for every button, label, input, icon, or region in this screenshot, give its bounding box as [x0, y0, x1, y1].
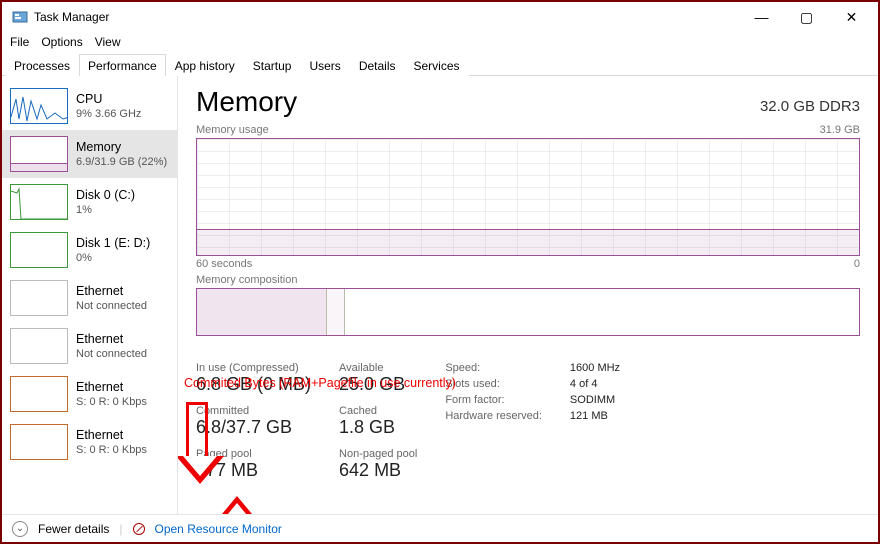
- sidebar-disk0-title: Disk 0 (C:): [76, 188, 135, 202]
- sidebar-item-memory[interactable]: Memory 6.9/31.9 GB (22%): [2, 130, 177, 178]
- menu-view[interactable]: View: [95, 35, 121, 49]
- sidebar-cpu-title: CPU: [76, 92, 141, 106]
- slots-value: 4 of 4: [570, 378, 620, 390]
- committed-value: 6.8/37.7 GB: [196, 417, 311, 438]
- usage-graph-max: 31.9 GB: [820, 124, 860, 136]
- sidebar-item-disk0[interactable]: Disk 0 (C:) 1%: [2, 178, 177, 226]
- window-controls: — ▢ ✕: [739, 3, 874, 31]
- fewer-details-link[interactable]: Fewer details: [38, 522, 109, 536]
- inuse-label: In use (Compressed): [196, 362, 311, 374]
- hwres-label: Hardware reserved:: [445, 410, 542, 422]
- sidebar-item-disk1[interactable]: Disk 1 (E: D:) 0%: [2, 226, 177, 274]
- hwres-value: 121 MB: [570, 410, 620, 422]
- sidebar-disk1-sub: 0%: [76, 252, 150, 264]
- tab-app-history[interactable]: App history: [166, 54, 244, 76]
- tab-services[interactable]: Services: [405, 54, 469, 76]
- sidebar-memory-title: Memory: [76, 140, 167, 154]
- memory-capacity: 32.0 GB DDR3: [760, 98, 860, 115]
- usage-axis-left: 60 seconds: [196, 258, 252, 270]
- tab-processes[interactable]: Processes: [5, 54, 79, 76]
- tab-startup[interactable]: Startup: [244, 54, 301, 76]
- available-label: Available: [339, 362, 417, 374]
- form-label: Form factor:: [445, 394, 542, 406]
- sidebar-item-cpu[interactable]: CPU 9% 3.66 GHz: [2, 82, 177, 130]
- page-title: Memory: [196, 86, 297, 118]
- tab-performance[interactable]: Performance: [79, 54, 166, 76]
- annotation-arrowhead-down-icon: [178, 456, 224, 484]
- usage-graph-label: Memory usage: [196, 124, 269, 136]
- menu-options[interactable]: Options: [41, 35, 82, 49]
- menu-file[interactable]: File: [10, 35, 29, 49]
- sidebar-disk0-sub: 1%: [76, 204, 135, 216]
- slots-label: Slots used:: [445, 378, 542, 390]
- sidebar-eth1-sub: Not connected: [76, 348, 147, 360]
- close-button[interactable]: ✕: [829, 3, 874, 31]
- memory-usage-graph[interactable]: [196, 138, 860, 256]
- sidebar-memory-sub: 6.9/31.9 GB (22%): [76, 156, 167, 168]
- sidebar-item-eth2[interactable]: Ethernet S: 0 R: 0 Kbps: [2, 370, 177, 418]
- cached-value: 1.8 GB: [339, 417, 417, 438]
- chevron-down-icon[interactable]: ⌄: [12, 521, 28, 537]
- sidebar-item-eth3[interactable]: Ethernet S: 0 R: 0 Kbps: [2, 418, 177, 466]
- cached-label: Cached: [339, 405, 417, 417]
- sidebar-eth2-sub: S: 0 R: 0 Kbps: [76, 396, 147, 408]
- sidebar-item-eth0[interactable]: Ethernet Not connected: [2, 274, 177, 322]
- speed-value: 1600 MHz: [570, 362, 620, 374]
- memory-composition-bar[interactable]: [196, 288, 860, 336]
- footer: ⌄ Fewer details | Open Resource Monitor: [2, 514, 878, 542]
- maximize-button[interactable]: ▢: [784, 3, 829, 31]
- usage-axis-right: 0: [854, 258, 860, 270]
- annotation-arrowhead-up-icon: [217, 496, 257, 514]
- performance-sidebar: CPU 9% 3.66 GHz Memory 6.9/31.9 GB (22%) D…: [2, 76, 178, 514]
- sidebar-eth0-sub: Not connected: [76, 300, 147, 312]
- titlebar: Task Manager — ▢ ✕: [2, 2, 878, 32]
- resource-monitor-icon: [133, 523, 145, 535]
- form-value: SODIMM: [570, 394, 620, 406]
- nonpaged-value: 642 MB: [339, 460, 417, 481]
- minimize-button[interactable]: —: [739, 3, 784, 31]
- committed-label: Committed: [196, 405, 311, 417]
- open-resource-monitor-link[interactable]: Open Resource Monitor: [155, 522, 282, 536]
- composition-label: Memory composition: [196, 274, 860, 286]
- tab-bar: Processes Performance App history Startu…: [2, 52, 878, 76]
- speed-label: Speed:: [445, 362, 542, 374]
- sidebar-eth0-title: Ethernet: [76, 284, 147, 298]
- sidebar-eth2-title: Ethernet: [76, 380, 147, 394]
- sidebar-eth1-title: Ethernet: [76, 332, 147, 346]
- sidebar-eth3-sub: S: 0 R: 0 Kbps: [76, 444, 147, 456]
- nonpaged-label: Non-paged pool: [339, 448, 417, 460]
- sidebar-eth3-title: Ethernet: [76, 428, 147, 442]
- inuse-value: 6.8 GB (0 MB): [196, 374, 311, 395]
- tab-details[interactable]: Details: [350, 54, 405, 76]
- sidebar-disk1-title: Disk 1 (E: D:): [76, 236, 150, 250]
- menu-bar: File Options View: [2, 32, 878, 52]
- memory-panel: Memory 32.0 GB DDR3 Memory usage 31.9 GB…: [178, 76, 878, 514]
- tab-users[interactable]: Users: [300, 54, 349, 76]
- task-manager-window: Task Manager — ▢ ✕ File Options View Pro…: [0, 0, 880, 544]
- available-value: 25.0 GB: [339, 374, 417, 395]
- sidebar-item-eth1[interactable]: Ethernet Not connected: [2, 322, 177, 370]
- window-title: Task Manager: [34, 10, 109, 24]
- sidebar-cpu-sub: 9% 3.66 GHz: [76, 108, 141, 120]
- app-icon: [12, 9, 28, 25]
